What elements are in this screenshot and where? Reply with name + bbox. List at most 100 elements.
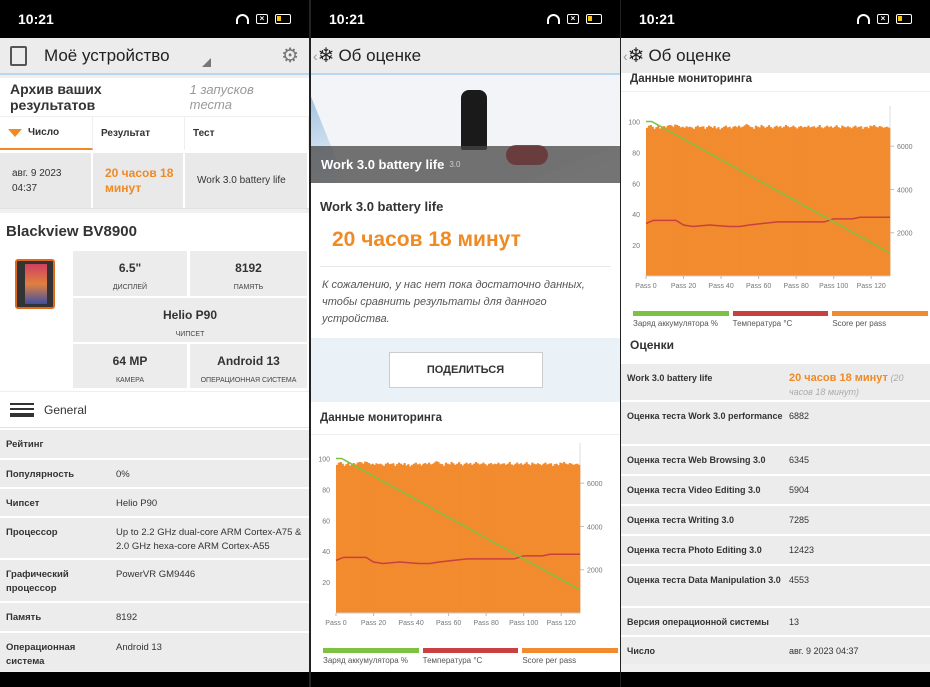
- chart-legend: Заряд аккумулятора % Температура °C Scor…: [311, 648, 620, 665]
- score-bar: [488, 463, 491, 613]
- sort-date-header[interactable]: Число: [0, 117, 93, 150]
- archive-row[interactable]: авг. 9 2023 04:37 20 часов 18 минут Work …: [0, 150, 309, 208]
- score-bar: [732, 126, 735, 276]
- score-bar: [373, 464, 376, 613]
- screen-title: Об оценке: [648, 45, 732, 65]
- score-bar: [461, 465, 464, 613]
- score-bar: [681, 126, 684, 276]
- score-bar: [717, 127, 720, 276]
- score-bar: [775, 125, 778, 276]
- general-section-toggle[interactable]: General: [0, 391, 309, 427]
- legend-score: Score per pass: [832, 311, 929, 328]
- monitoring-title: Данные мониторинга: [311, 402, 620, 435]
- score-bar: [396, 464, 399, 613]
- score-bar: [435, 461, 438, 613]
- score-bar: [811, 126, 814, 276]
- score-bar: [869, 125, 872, 276]
- score-bar: [784, 124, 788, 276]
- score-row: Оценка теста Writing 3.0 7285: [621, 504, 930, 534]
- score-bar: [820, 127, 823, 277]
- share-button[interactable]: ПОДЕЛИТЬСЯ: [388, 352, 543, 388]
- score-row: Версия операционной системы 13: [621, 606, 930, 635]
- score-bar: [437, 461, 440, 613]
- score-bar: [790, 126, 793, 276]
- score-bar: [773, 126, 776, 276]
- score-bar: [518, 464, 521, 613]
- score-bar: [557, 465, 560, 613]
- hero-title: Work 3.0 battery life: [321, 157, 445, 172]
- legend-battery: Заряд аккумулятора %: [323, 648, 419, 665]
- runs-count: 1 запусков теста: [189, 82, 254, 112]
- score-bar: [828, 127, 831, 276]
- score-bar: [737, 125, 741, 276]
- score-bar: [843, 126, 846, 276]
- score-bar: [852, 126, 855, 276]
- status-bar: 10:21 ×: [0, 0, 309, 38]
- score-bar: [422, 463, 425, 613]
- score-bar: [351, 463, 354, 613]
- score-bar: [448, 464, 451, 613]
- score-bar: [766, 126, 769, 276]
- score-bar: [734, 126, 737, 276]
- score-bar: [865, 126, 868, 276]
- score-bar: [816, 126, 819, 276]
- score-bar: [549, 463, 553, 613]
- score-bar: [444, 462, 448, 613]
- score-bar: [676, 124, 679, 276]
- score-bar: [814, 127, 818, 277]
- score-bar: [424, 463, 427, 613]
- score-bar: [572, 464, 575, 613]
- gear-icon[interactable]: ⚙: [281, 43, 299, 68]
- score-bar: [521, 464, 524, 613]
- result-card: Work 3.0 battery life 20 часов 18 минут …: [311, 183, 620, 338]
- score-bar: [878, 126, 881, 276]
- score-bar: [822, 128, 825, 276]
- score-bar: [431, 463, 434, 613]
- score-bar: [409, 466, 412, 613]
- score-bar: [358, 461, 361, 613]
- x-tick-label: Pass 20: [361, 620, 386, 627]
- score-bar: [341, 463, 344, 613]
- score-row: Число авг. 9 2023 04:37: [621, 635, 930, 664]
- score-bar: [559, 462, 562, 613]
- score-bar: [861, 128, 865, 276]
- dropdown-triangle-icon[interactable]: [202, 58, 212, 67]
- score-bar: [711, 127, 714, 277]
- archive-table-header: Число Результат Тест: [0, 116, 309, 150]
- score-bar: [538, 464, 541, 613]
- archive-title: Архив ваших результатов: [10, 81, 102, 113]
- score-bar: [841, 125, 844, 276]
- score-bar: [670, 125, 673, 276]
- score-bar: [497, 462, 500, 613]
- test-header[interactable]: Тест: [185, 117, 309, 150]
- screen-title[interactable]: Моё устройство: [44, 46, 202, 66]
- score-bar: [769, 127, 773, 276]
- score-bar: [525, 462, 528, 613]
- score-bar: [478, 464, 481, 613]
- legend-temperature: Температура °C: [732, 311, 829, 328]
- score-bar: [356, 462, 359, 613]
- score-bar: [661, 126, 664, 276]
- score-bar: [418, 463, 421, 613]
- left-tick-label: 40: [322, 549, 330, 556]
- wifi-icon: [236, 14, 249, 24]
- result-header[interactable]: Результат: [93, 117, 185, 150]
- score-bar: [566, 464, 570, 613]
- result-title: Work 3.0 battery life: [320, 199, 444, 214]
- wifi-icon: [857, 14, 870, 24]
- score-bar: [510, 464, 513, 613]
- score-bar: [465, 462, 468, 613]
- score-bar: [506, 463, 509, 613]
- score-bar: [491, 464, 494, 613]
- device-name: Blackview BV8900: [6, 223, 137, 240]
- score-bar: [829, 126, 833, 276]
- left-tick-label: 60: [632, 181, 640, 188]
- score-bar: [529, 465, 532, 613]
- sim-off-icon: ×: [877, 14, 889, 24]
- score-bar: [495, 464, 498, 613]
- score-bar: [873, 124, 876, 276]
- score-bar: [474, 461, 478, 613]
- score-bar: [514, 463, 517, 613]
- score-row: Оценка теста Photo Editing 3.0 12423: [621, 534, 930, 564]
- score-bar: [339, 461, 342, 613]
